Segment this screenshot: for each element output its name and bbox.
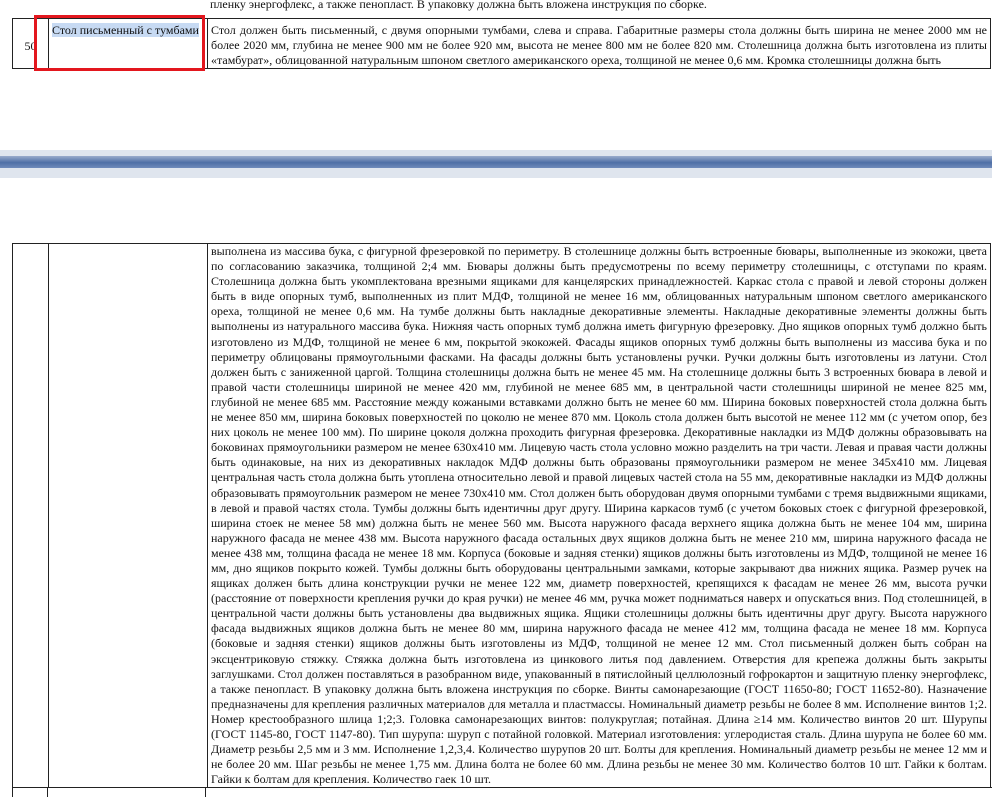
description-text-continued: выполнена из массива бука, с фигурной фр…	[211, 244, 987, 787]
specification-table-continued: выполнена из массива бука, с фигурной фр…	[12, 242, 991, 789]
item-description-cell[interactable]: Стол должен быть письменный, с двумя опо…	[207, 18, 991, 69]
document-page-bottom: выполнена из массива бука, с фигурной фр…	[0, 178, 992, 797]
row-number-cell-empty	[12, 242, 49, 789]
next-row-divider-2	[47, 787, 48, 797]
next-row-border	[12, 787, 992, 788]
next-row-divider-3	[205, 787, 206, 797]
description-text: Стол должен быть письменный, с двумя опо…	[211, 23, 987, 68]
annotation-highlight-box	[34, 15, 205, 71]
page-break-band	[0, 156, 992, 168]
item-name-cell-empty	[48, 242, 208, 789]
next-row-divider-1	[12, 787, 13, 797]
previous-row-fragment: пленку энергофлекс, а также пенопласт. В…	[210, 0, 707, 11]
table-row: выполнена из массива бука, с фигурной фр…	[12, 242, 991, 789]
document-page-top: пленку энергофлекс, а также пенопласт. В…	[0, 0, 992, 150]
page-break-separator	[0, 150, 992, 178]
item-description-cell[interactable]: выполнена из массива бука, с фигурной фр…	[207, 242, 991, 789]
